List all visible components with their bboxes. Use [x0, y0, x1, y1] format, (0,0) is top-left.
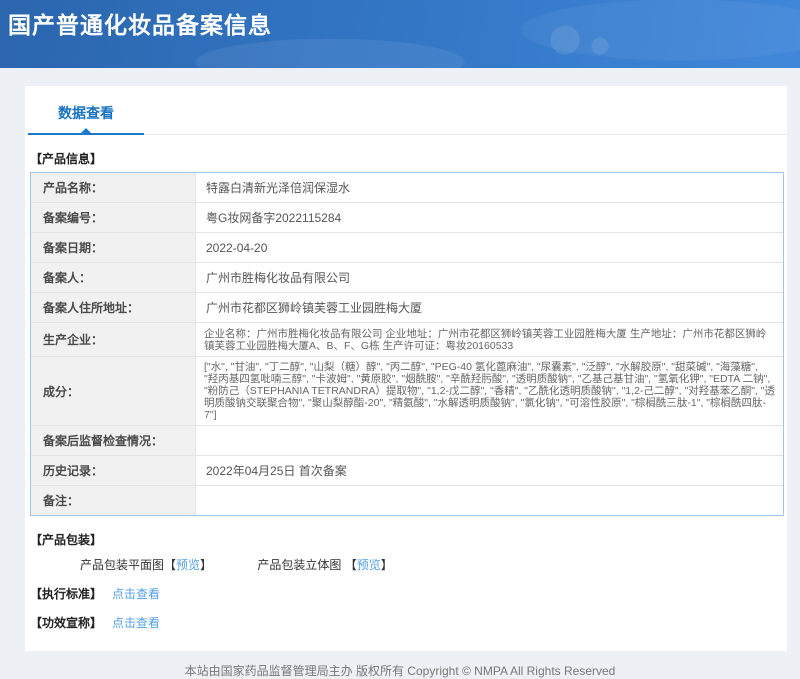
row-value: 粤G妆网备字2022115284 [206, 211, 342, 225]
row-label: 生产企业： [31, 323, 196, 356]
exec-standard-line: 【执行标准】 点击查看 [30, 585, 787, 602]
table-row: 备案人： 广州市胜梅化妆品有限公司 [31, 263, 783, 293]
row-value: ["水", "甘油", "丁二醇", "山梨（糖）醇", "丙二醇", "PEG… [204, 361, 775, 421]
product-info-table: 产品名称： 特露白清新光泽倍润保湿水 备案编号： 粤G妆网备字202211528… [30, 172, 784, 516]
table-row: 备注： [31, 486, 783, 515]
row-value: 企业名称：广州市胜梅化妆品有限公司 企业地址：广州市花都区狮岭镇芙蓉工业园胜梅大… [204, 327, 767, 352]
row-value: 2022-04-20 [206, 240, 268, 255]
row-label: 历史记录： [31, 456, 196, 485]
table-row: 成分： ["水", "甘油", "丁二醇", "山梨（糖）醇", "丙二醇", … [31, 357, 783, 426]
table-row: 备案日期： 2022-04-20 [31, 233, 783, 263]
package-line: 产品包装平面图【预览】 产品包装立体图 【预览】 [80, 556, 787, 573]
tab-data-view-label: 数据查看 [58, 105, 114, 121]
row-label: 备案人： [31, 263, 196, 292]
row-label: 备注： [31, 486, 196, 515]
bracket-close: 】 [380, 558, 393, 572]
efficacy-claim-link[interactable]: 点击查看 [112, 616, 160, 630]
tab-bar: 数据查看 [25, 103, 787, 135]
section-product-info-title: 【产品信息】 [30, 152, 103, 166]
preview-link-3d[interactable]: 预览 [357, 558, 381, 572]
bracket-open: 【 [344, 558, 357, 572]
package-flat-item: 产品包装平面图【预览】 [80, 558, 215, 572]
row-value [196, 486, 783, 515]
bracket-close: 】 [200, 558, 213, 572]
tab-active-pointer-icon [81, 128, 91, 133]
preview-link-flat[interactable]: 预览 [176, 558, 200, 572]
package-3d-item: 产品包装立体图 【预览】 [257, 558, 392, 572]
table-row: 历史记录： 2022年04月25日 首次备案 [31, 456, 783, 486]
tab-data-view[interactable]: 数据查看 [28, 103, 144, 135]
table-row: 生产企业： 企业名称：广州市胜梅化妆品有限公司 企业地址：广州市花都区狮岭镇芙蓉… [31, 323, 783, 357]
row-value: 广州市胜梅化妆品有限公司 [206, 271, 351, 285]
efficacy-claim-line: 【功效宣称】 点击查看 [30, 614, 787, 631]
row-label: 成分： [31, 357, 196, 425]
content-card: 数据查看 【产品信息】 产品名称： 特露白清新光泽倍润保湿水 备案编号： 粤G妆… [25, 86, 787, 651]
row-label: 产品名称： [31, 173, 196, 202]
table-row: 产品名称： 特露白清新光泽倍润保湿水 [31, 173, 783, 203]
row-value: 2022年04月25日 首次备案 [206, 464, 347, 478]
table-row: 备案编号： 粤G妆网备字2022115284 [31, 203, 783, 233]
footer-copyright-text: 本站由国家药品监督管理局主办 版权所有 Copyright © NMPA All… [184, 664, 616, 678]
row-value [196, 426, 783, 455]
bracket-open: 【 [164, 558, 177, 572]
package-3d-label: 产品包装立体图 [257, 558, 345, 572]
table-row: 备案人住所地址： 广州市花都区狮岭镇芙蓉工业园胜梅大厦 [31, 293, 783, 323]
exec-standard-link[interactable]: 点击查看 [112, 587, 160, 601]
row-label: 备案后监督检查情况： [31, 426, 196, 455]
row-label: 备案人住所地址： [31, 293, 196, 322]
row-label: 备案日期： [31, 233, 196, 262]
row-value: 广州市花都区狮岭镇芙蓉工业园胜梅大厦 [206, 301, 423, 315]
page-title: 国产普通化妆品备案信息 [8, 12, 272, 38]
efficacy-claim-label: 【功效宣称】 [30, 616, 103, 630]
row-label: 备案编号： [31, 203, 196, 232]
package-flat-label: 产品包装平面图 [80, 558, 165, 572]
page-header: 国产普通化妆品备案信息 [0, 0, 800, 68]
row-value: 特露白清新光泽倍润保湿水 [206, 181, 351, 195]
page-footer: 本站由国家药品监督管理局主办 版权所有 Copyright © NMPA All… [0, 656, 800, 679]
table-row: 备案后监督检查情况： [31, 426, 783, 456]
exec-standard-label: 【执行标准】 [30, 587, 103, 601]
section-product-package-title: 【产品包装】 [30, 533, 103, 547]
